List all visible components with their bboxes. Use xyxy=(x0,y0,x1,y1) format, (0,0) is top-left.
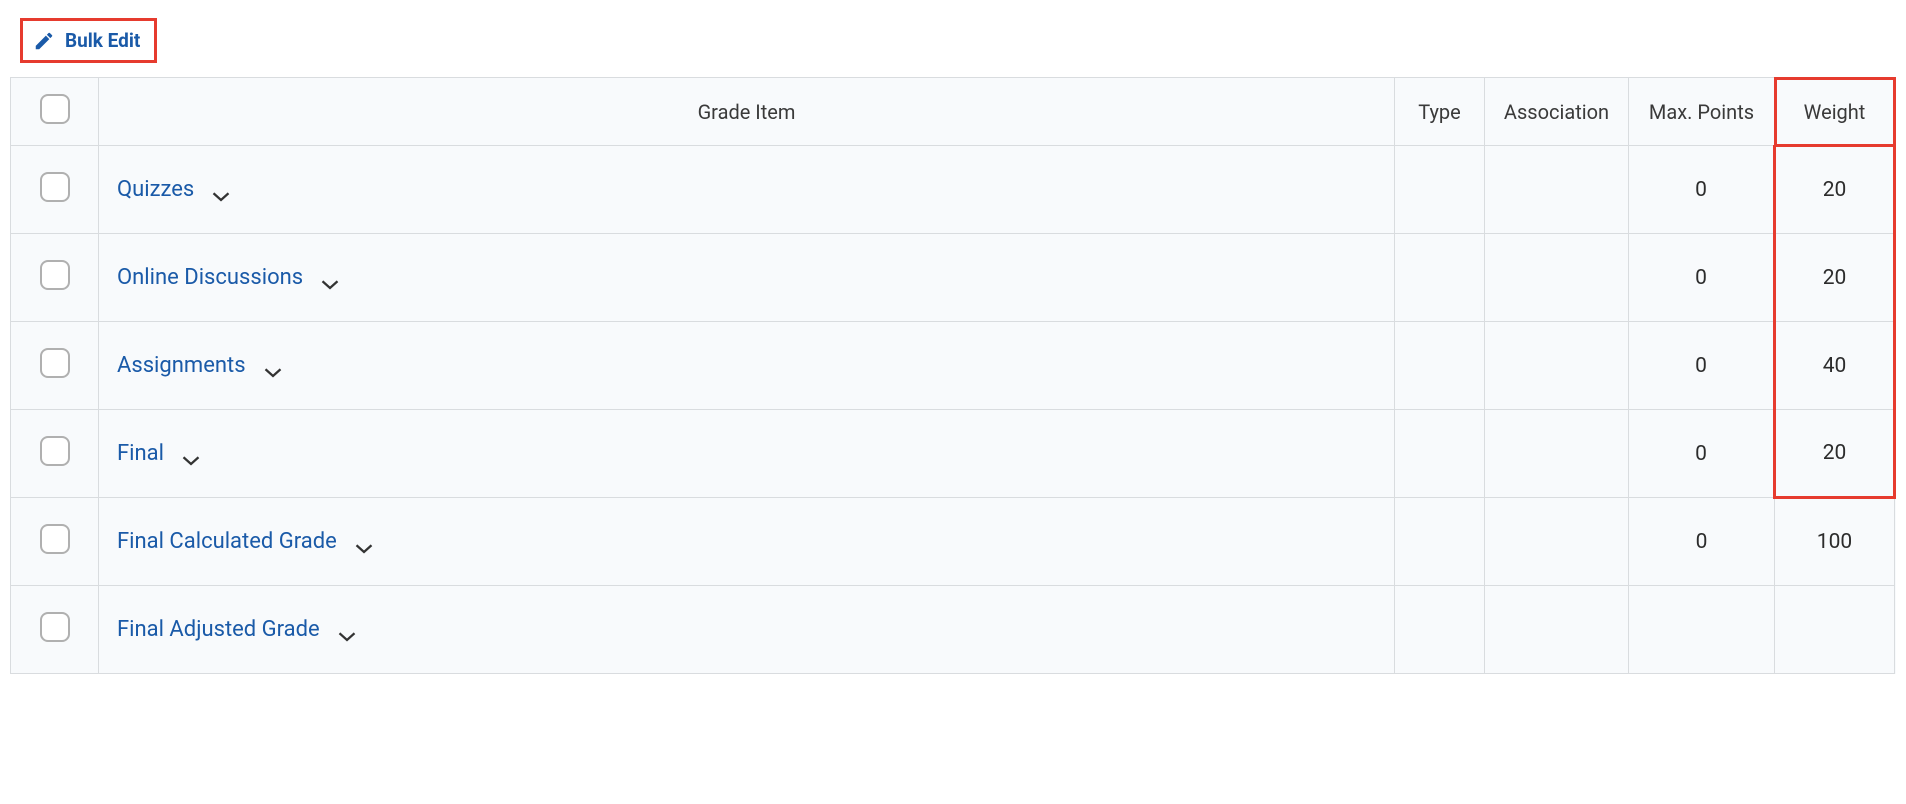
grade-item-cell: Final Adjusted Grade xyxy=(99,586,1395,674)
chevron-down-icon[interactable] xyxy=(321,272,339,284)
type-cell xyxy=(1395,322,1485,410)
table-row: Online Discussions 020 xyxy=(11,234,1895,322)
row-checkbox[interactable] xyxy=(40,612,70,642)
association-cell xyxy=(1485,322,1629,410)
pencil-icon xyxy=(33,30,55,52)
table-row: Final Adjusted Grade xyxy=(11,586,1895,674)
max-points-cell: 0 xyxy=(1629,146,1775,234)
association-cell xyxy=(1485,410,1629,498)
chevron-down-icon[interactable] xyxy=(355,536,373,548)
type-cell xyxy=(1395,410,1485,498)
type-cell xyxy=(1395,586,1485,674)
max-points-cell xyxy=(1629,586,1775,674)
row-checkbox-cell xyxy=(11,498,99,586)
column-header-weight: Weight xyxy=(1775,78,1895,146)
max-points-cell: 0 xyxy=(1629,498,1775,586)
grade-item-cell: Quizzes xyxy=(99,146,1395,234)
grade-item-link[interactable]: Assignments xyxy=(117,353,246,378)
row-checkbox-cell xyxy=(11,586,99,674)
row-checkbox-cell xyxy=(11,410,99,498)
table-row: Assignments 040 xyxy=(11,322,1895,410)
grade-item-link[interactable]: Final Adjusted Grade xyxy=(117,617,320,642)
grade-item-link[interactable]: Final Calculated Grade xyxy=(117,529,337,554)
grades-table: Grade Item Type Association Max. Points … xyxy=(10,77,1896,674)
table-row: Quizzes 020 xyxy=(11,146,1895,234)
chevron-down-icon[interactable] xyxy=(264,360,282,372)
bulk-edit-label: Bulk Edit xyxy=(65,29,140,52)
association-cell xyxy=(1485,234,1629,322)
grade-item-link[interactable]: Quizzes xyxy=(117,177,194,202)
grade-item-link[interactable]: Final xyxy=(117,441,164,466)
row-checkbox-cell xyxy=(11,146,99,234)
grade-item-link[interactable]: Online Discussions xyxy=(117,265,303,290)
weight-cell: 20 xyxy=(1775,410,1895,498)
grade-item-cell: Assignments xyxy=(99,322,1395,410)
association-cell xyxy=(1485,146,1629,234)
column-header-grade-item: Grade Item xyxy=(99,78,1395,146)
grade-item-cell: Final Calculated Grade xyxy=(99,498,1395,586)
type-cell xyxy=(1395,498,1485,586)
chevron-down-icon[interactable] xyxy=(182,448,200,460)
row-checkbox-cell xyxy=(11,322,99,410)
chevron-down-icon[interactable] xyxy=(212,184,230,196)
column-header-max-points: Max. Points xyxy=(1629,78,1775,146)
max-points-cell: 0 xyxy=(1629,410,1775,498)
grade-item-cell: Online Discussions xyxy=(99,234,1395,322)
row-checkbox[interactable] xyxy=(40,524,70,554)
table-row: Final Calculated Grade 0100 xyxy=(11,498,1895,586)
weight-cell xyxy=(1775,586,1895,674)
column-header-association: Association xyxy=(1485,78,1629,146)
association-cell xyxy=(1485,498,1629,586)
column-header-checkbox xyxy=(11,78,99,146)
max-points-cell: 0 xyxy=(1629,234,1775,322)
bulk-edit-button[interactable]: Bulk Edit xyxy=(33,29,140,52)
bulk-edit-highlight: Bulk Edit xyxy=(20,18,157,63)
row-checkbox[interactable] xyxy=(40,172,70,202)
column-header-type: Type xyxy=(1395,78,1485,146)
association-cell xyxy=(1485,586,1629,674)
max-points-cell: 0 xyxy=(1629,322,1775,410)
weight-cell: 20 xyxy=(1775,234,1895,322)
row-checkbox-cell xyxy=(11,234,99,322)
type-cell xyxy=(1395,146,1485,234)
type-cell xyxy=(1395,234,1485,322)
select-all-checkbox[interactable] xyxy=(40,94,70,124)
weight-cell: 40 xyxy=(1775,322,1895,410)
table-row: Final 020 xyxy=(11,410,1895,498)
weight-cell: 20 xyxy=(1775,146,1895,234)
row-checkbox[interactable] xyxy=(40,260,70,290)
grade-item-cell: Final xyxy=(99,410,1395,498)
weight-cell: 100 xyxy=(1775,498,1895,586)
row-checkbox[interactable] xyxy=(40,436,70,466)
chevron-down-icon[interactable] xyxy=(338,624,356,636)
row-checkbox[interactable] xyxy=(40,348,70,378)
